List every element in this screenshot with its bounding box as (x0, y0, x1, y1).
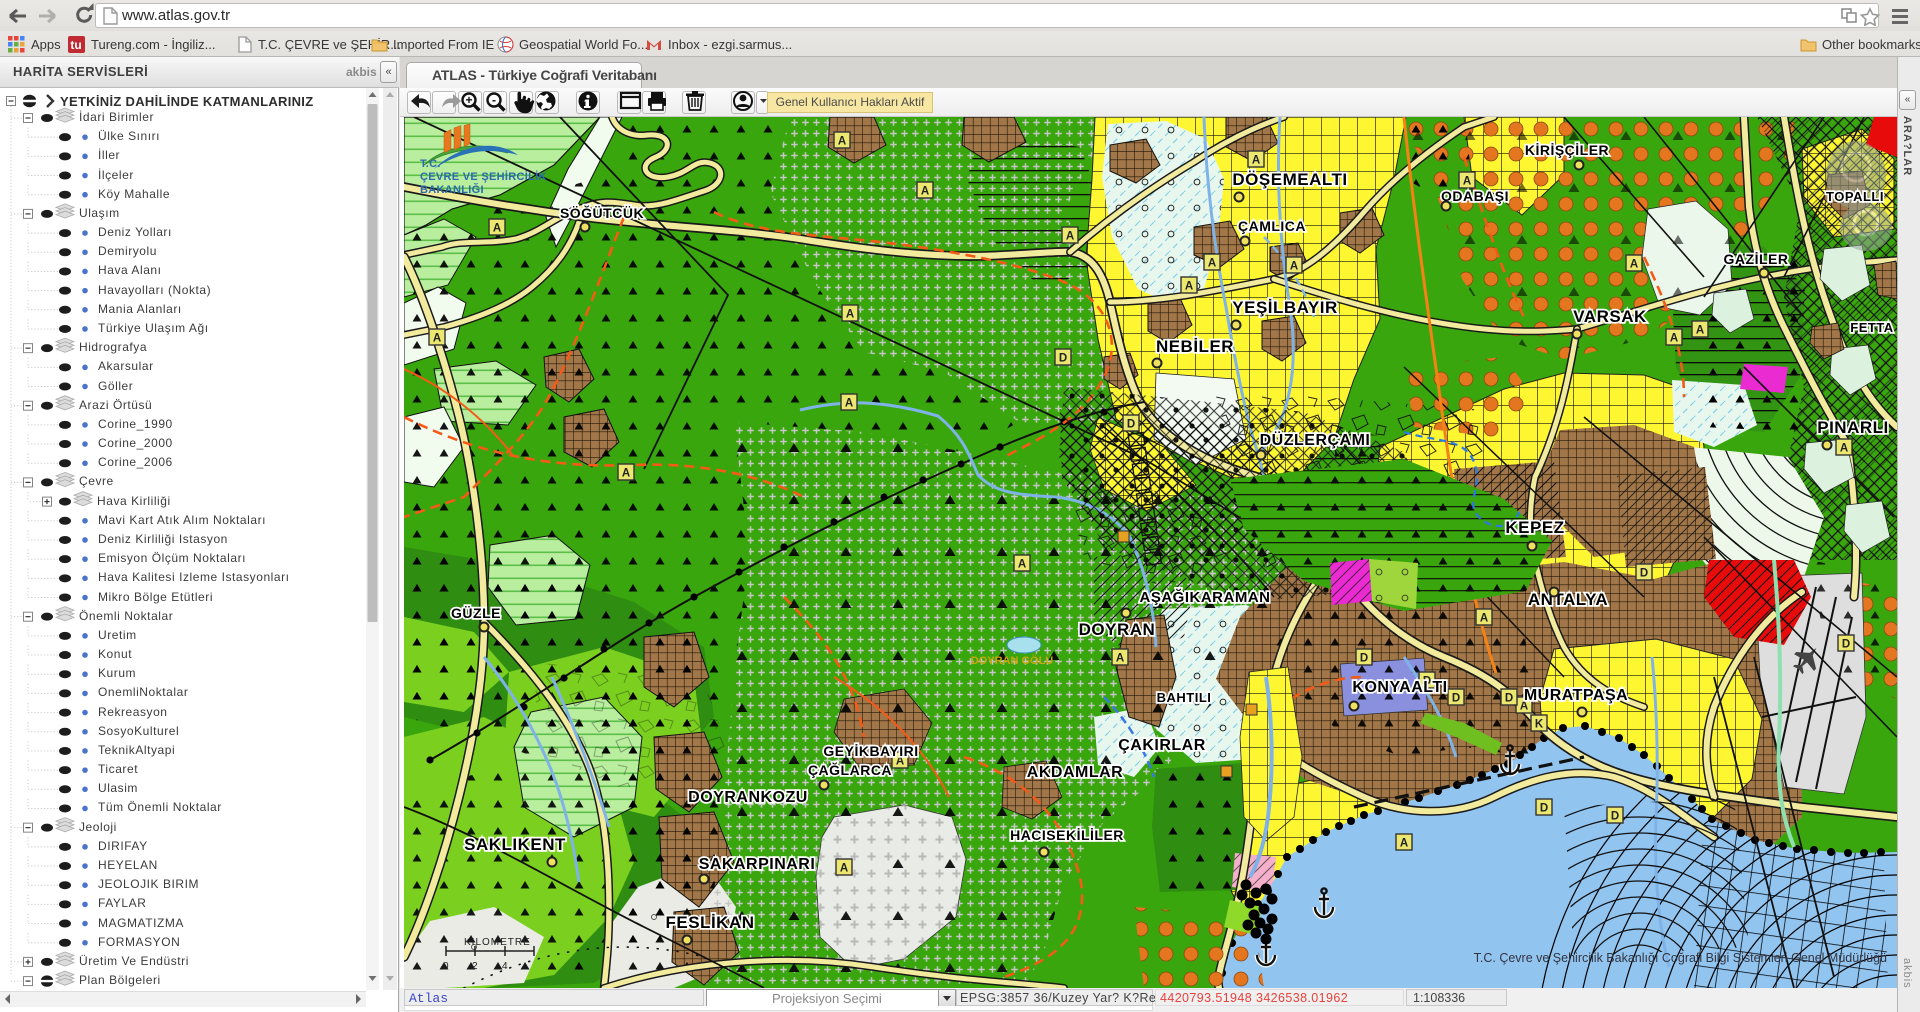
svg-text:A: A (433, 333, 441, 345)
svg-text:NEBİLER: NEBİLER (1156, 337, 1234, 356)
svg-text:D: D (1360, 653, 1368, 665)
svg-text:tu: tu (70, 38, 81, 52)
svg-text:A: A (622, 468, 630, 480)
svg-text:4: 4 (502, 961, 508, 972)
svg-text:ÇEVRE VE ŞEHİRCİLİK: ÇEVRE VE ŞEHİRCİLİK (420, 170, 547, 183)
svg-text:A: A (1116, 653, 1124, 665)
svg-text:GEYİKBAYIRI: GEYİKBAYIRI (823, 743, 918, 759)
svg-text:D: D (1611, 811, 1619, 823)
svg-text:D: D (1452, 693, 1460, 705)
svg-text:A: A (1185, 281, 1193, 293)
svg-text:A: A (493, 223, 501, 235)
svg-text:A: A (921, 186, 929, 198)
svg-text:A: A (846, 309, 854, 321)
svg-text:A: A (840, 863, 848, 875)
svg-text:ÇAMLICA: ÇAMLICA (1238, 218, 1306, 234)
svg-text:BAKANLIĞI: BAKANLIĞI (420, 183, 484, 196)
svg-text:AKDAMLAR: AKDAMLAR (1027, 764, 1123, 781)
svg-text:SAKLIKENT: SAKLIKENT (464, 835, 566, 854)
svg-text:BAHTILI: BAHTILI (1157, 690, 1212, 705)
svg-text:A: A (1252, 155, 1260, 167)
svg-text:D: D (1127, 419, 1135, 431)
svg-text:DÜZLERÇAMI: DÜZLERÇAMI (1260, 430, 1371, 449)
svg-text:A: A (845, 398, 853, 410)
svg-text:FETTA: FETTA (1850, 320, 1894, 335)
svg-text:A: A (1463, 176, 1471, 188)
svg-text:D: D (1505, 693, 1513, 705)
svg-text:2: 2 (472, 961, 478, 972)
svg-text:DOYRAN GÖLÜ: DOYRAN GÖLÜ (971, 654, 1054, 667)
svg-text:GAZİLER: GAZİLER (1724, 251, 1789, 267)
svg-text:MURATPAŞA: MURATPAŞA (1524, 687, 1628, 704)
svg-text:A: A (1840, 443, 1848, 455)
svg-text:SAKARPINARI: SAKARPINARI (699, 856, 816, 873)
svg-text:HACISEKİLİLER: HACISEKİLİLER (1010, 827, 1124, 843)
svg-text:D: D (1640, 568, 1648, 580)
svg-text:ÇAĞLARCA: ÇAĞLARCA (808, 761, 892, 778)
svg-text:ANTALYA: ANTALYA (1528, 590, 1608, 609)
svg-text:VARSAK: VARSAK (1573, 307, 1647, 326)
svg-text:A: A (1400, 838, 1408, 850)
svg-text:ODABAŞI: ODABAŞI (1441, 188, 1509, 204)
svg-text:D: D (1059, 353, 1067, 365)
svg-text:KONYAALTI: KONYAALTI (1352, 679, 1447, 696)
svg-text:T.C. Çevre ve Şehircilik Bakan: T.C. Çevre ve Şehircilik Bakanlığı Coğra… (1474, 951, 1887, 965)
svg-text:A: A (1018, 559, 1026, 571)
svg-text:PINARLI: PINARLI (1817, 418, 1889, 437)
svg-text:A: A (1480, 613, 1488, 625)
svg-text:TOPALLI: TOPALLI (1826, 189, 1884, 204)
svg-text:AŞAĞIKARAMAN: AŞAĞIKARAMAN (1140, 588, 1271, 606)
svg-text:FESLİKAN: FESLİKAN (666, 913, 755, 932)
svg-text:A: A (1696, 325, 1704, 337)
svg-text:KİRİŞÇİLER: KİRİŞÇİLER (1525, 142, 1609, 158)
svg-text:A: A (1290, 261, 1298, 273)
svg-text:A: A (1208, 258, 1216, 270)
svg-text:DOYRAN: DOYRAN (1079, 620, 1156, 639)
svg-text:GÜZLE: GÜZLE (451, 605, 501, 621)
svg-text:A: A (1066, 231, 1074, 243)
svg-text:KEPEZ: KEPEZ (1505, 518, 1564, 537)
svg-text:-: - (492, 93, 496, 107)
svg-text:SÖĞÜTCÜK: SÖĞÜTCÜK (560, 204, 644, 221)
svg-text:D: D (1540, 803, 1548, 815)
svg-text:A: A (838, 136, 846, 148)
svg-text:A: A (1630, 259, 1638, 271)
svg-text:DÖŞEMEALTI: DÖŞEMEALTI (1232, 170, 1347, 189)
svg-text:K: K (1535, 719, 1544, 731)
svg-text:D: D (1842, 639, 1850, 651)
svg-text:KILOMETRE: KILOMETRE (464, 937, 531, 948)
svg-text:A: A (1670, 333, 1678, 345)
svg-text:0: 0 (443, 961, 449, 972)
svg-text:DOYRANKOZU: DOYRANKOZU (688, 789, 808, 806)
svg-text:+: + (465, 93, 472, 107)
svg-text:ÇAKIRLAR: ÇAKIRLAR (1118, 737, 1206, 754)
svg-text:T.C.: T.C. (420, 158, 441, 170)
svg-text:YEŞİLBAYIR: YEŞİLBAYIR (1232, 298, 1337, 317)
